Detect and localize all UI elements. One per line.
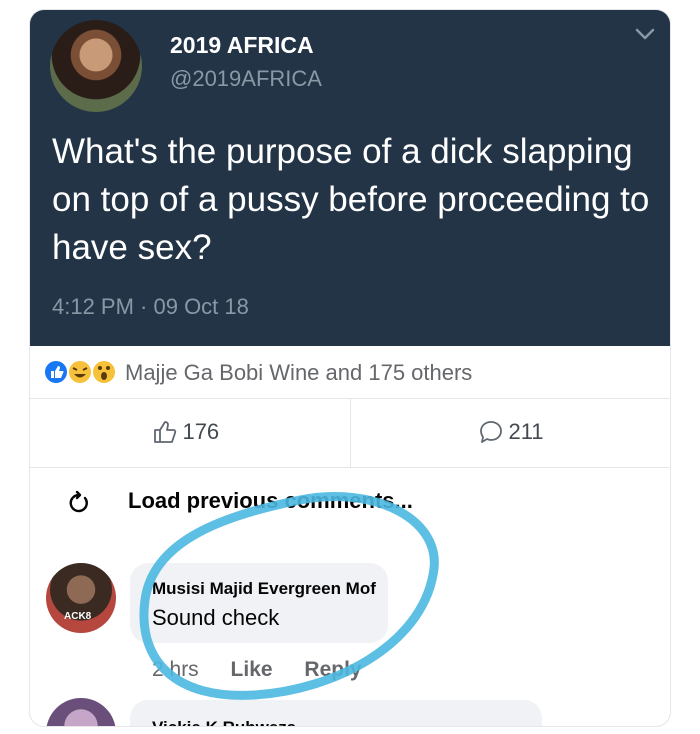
comment-like-link[interactable]: Like — [231, 658, 273, 681]
comment-button[interactable]: 211 — [478, 419, 544, 449]
thumbs-up-icon — [154, 421, 177, 443]
tweet-handle[interactable]: @2019AFRICA — [170, 66, 322, 92]
like-reaction-icon — [43, 359, 69, 385]
avatar-tag: ACK8 — [64, 611, 92, 622]
comment-count: 211 — [508, 419, 544, 444]
reaction-icons — [43, 359, 117, 385]
comment-author[interactable]: Musisi Majid Evergreen Mof — [152, 579, 376, 599]
screenshot-frame: 2019 AFRICA @2019AFRICA What's the purpo… — [30, 10, 670, 726]
comment-author-2[interactable]: Vickie K Ruhweza — [152, 718, 296, 726]
like-button[interactable]: 176 — [152, 419, 219, 449]
wow-reaction-icon — [91, 359, 117, 385]
comment-avatar[interactable]: ACK8 — [46, 563, 116, 633]
comment-bubble[interactable]: Musisi Majid Evergreen Mof Sound check — [130, 563, 388, 643]
tweet-avatar[interactable] — [50, 20, 142, 112]
haha-reaction-icon — [67, 359, 93, 385]
comment-text: Sound check — [152, 605, 280, 630]
like-count: 176 — [182, 419, 220, 444]
comment-bubble-icon — [480, 421, 502, 443]
reactions-bar[interactable]: Majje Ga Bobi Wine and 175 others — [30, 346, 670, 399]
comment-time[interactable]: 2 hrs — [152, 658, 199, 681]
tweet-display-name[interactable]: 2019 AFRICA — [170, 32, 314, 59]
comment-bubble-2[interactable]: Vickie K Ruhweza — [130, 700, 542, 726]
chevron-down-icon[interactable] — [634, 26, 656, 42]
comment-meta: 2 hrs Like Reply — [152, 658, 388, 682]
tweet-card[interactable]: 2019 AFRICA @2019AFRICA What's the purpo… — [30, 10, 670, 346]
refresh-icon — [69, 490, 88, 513]
tweet-timestamp: 4:12 PM · 09 Oct 18 — [52, 294, 249, 319]
comment-avatar-2[interactable] — [46, 698, 116, 726]
comment-reply-link[interactable]: Reply — [304, 658, 361, 681]
tweet-text: What's the purpose of a dick slapping on… — [52, 132, 650, 267]
reactions-summary[interactable]: Majje Ga Bobi Wine and 175 others — [125, 360, 472, 386]
action-bar: 176 211 — [30, 399, 670, 468]
action-divider — [350, 399, 351, 467]
load-previous-label[interactable]: Load previous comments... — [128, 488, 413, 514]
